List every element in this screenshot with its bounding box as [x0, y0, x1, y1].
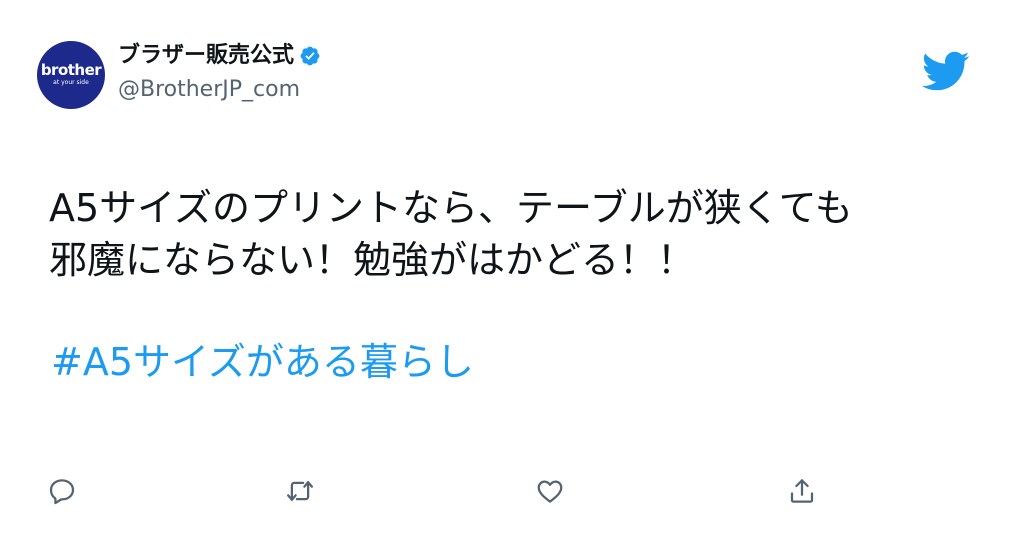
- tweet-text: A5サイズのプリントなら、テーブルが狭くても 邪魔にならない！勉強がはかどる！！: [49, 182, 969, 286]
- like-icon[interactable]: [535, 476, 565, 506]
- hashtag-link[interactable]: #A5サイズがある暮らし: [51, 336, 474, 388]
- tweet-text-line: A5サイズのプリントなら、テーブルが狭くても: [49, 186, 853, 230]
- reply-icon[interactable]: [47, 476, 77, 506]
- share-icon[interactable]: [787, 476, 817, 506]
- avatar[interactable]: brother at your side: [37, 41, 105, 109]
- tweet-actions: [0, 476, 1016, 508]
- retweet-icon[interactable]: [285, 476, 315, 506]
- tweet-text-line: 邪魔にならない！勉強がはかどる！！: [49, 238, 696, 282]
- author-name[interactable]: ブラザー販売公式: [118, 41, 321, 71]
- avatar-logo-tagline: at your side: [53, 79, 89, 86]
- author-handle[interactable]: @BrotherJP_com: [118, 75, 300, 105]
- avatar-logo-text: brother: [40, 61, 102, 79]
- author-display-name[interactable]: ブラザー販売公式: [118, 41, 294, 71]
- twitter-bird-icon[interactable]: [916, 46, 974, 96]
- verified-badge-icon: [300, 46, 320, 66]
